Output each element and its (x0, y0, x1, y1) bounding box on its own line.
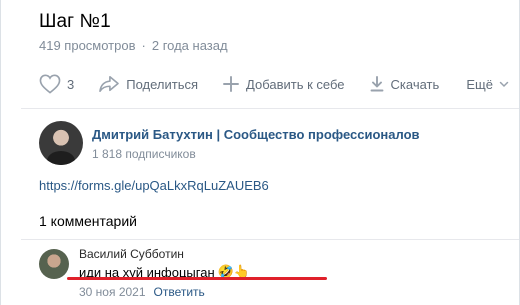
comment-author[interactable]: Василий Субботин (79, 247, 250, 262)
share-button[interactable]: Поделиться (98, 75, 198, 93)
like-button[interactable]: 3 (39, 74, 74, 94)
description-link[interactable]: https://forms.gle/upQaLkxRqLuZAUEB6 (39, 178, 269, 193)
add-to-self-button[interactable]: Добавить к себе (222, 75, 345, 93)
upload-age: 2 года назад (151, 38, 228, 53)
channel-block: Дмитрий Батухтин | Сообщество профессион… (39, 121, 420, 165)
share-arrow-icon (99, 75, 120, 93)
plus-icon (223, 76, 239, 92)
download-icon (370, 76, 383, 92)
action-bar: 3 Поделиться Добавить к себе Скачать Ещё (39, 73, 509, 95)
channel-name[interactable]: Дмитрий Батухтин | Сообщество профессион… (92, 126, 420, 143)
red-underline-annotation (67, 277, 327, 280)
download-label: Скачать (390, 76, 440, 92)
share-label: Поделиться (126, 76, 199, 92)
video-page: Шаг №1 419 просмотров · 2 года назад 3 П… (0, 0, 520, 305)
comment-date[interactable]: 30 ноя 2021 (79, 285, 146, 299)
meta-separator: · (141, 38, 146, 53)
comment-item: Василий Субботин иди на хуй инфоцыган 🤣👆… (39, 247, 250, 299)
subscriber-count: 1 818 подписчиков (92, 146, 196, 161)
add-label: Добавить к себе (246, 76, 345, 92)
channel-info: Дмитрий Батухтин | Сообщество профессион… (92, 126, 420, 161)
download-button[interactable]: Скачать (369, 75, 440, 93)
comments-count: 1 комментарий (39, 213, 137, 229)
comment-body: Василий Субботин иди на хуй инфоцыган 🤣👆… (79, 247, 250, 299)
comment-meta: 30 ноя 2021 Ответить (79, 285, 250, 299)
reply-button[interactable]: Ответить (154, 285, 205, 299)
heart-icon (39, 74, 61, 94)
video-title: Шаг №1 (39, 11, 111, 32)
more-label: Ещё (466, 76, 493, 92)
comments-divider (21, 239, 519, 240)
commenter-avatar[interactable] (39, 249, 69, 279)
view-count: 419 просмотров (39, 38, 136, 53)
chevron-down-icon (499, 81, 509, 88)
video-meta: 419 просмотров · 2 года назад (39, 38, 228, 53)
channel-avatar[interactable] (39, 121, 83, 165)
more-button[interactable]: Ещё (466, 77, 509, 92)
divider (21, 108, 519, 109)
like-count: 3 (67, 76, 75, 92)
